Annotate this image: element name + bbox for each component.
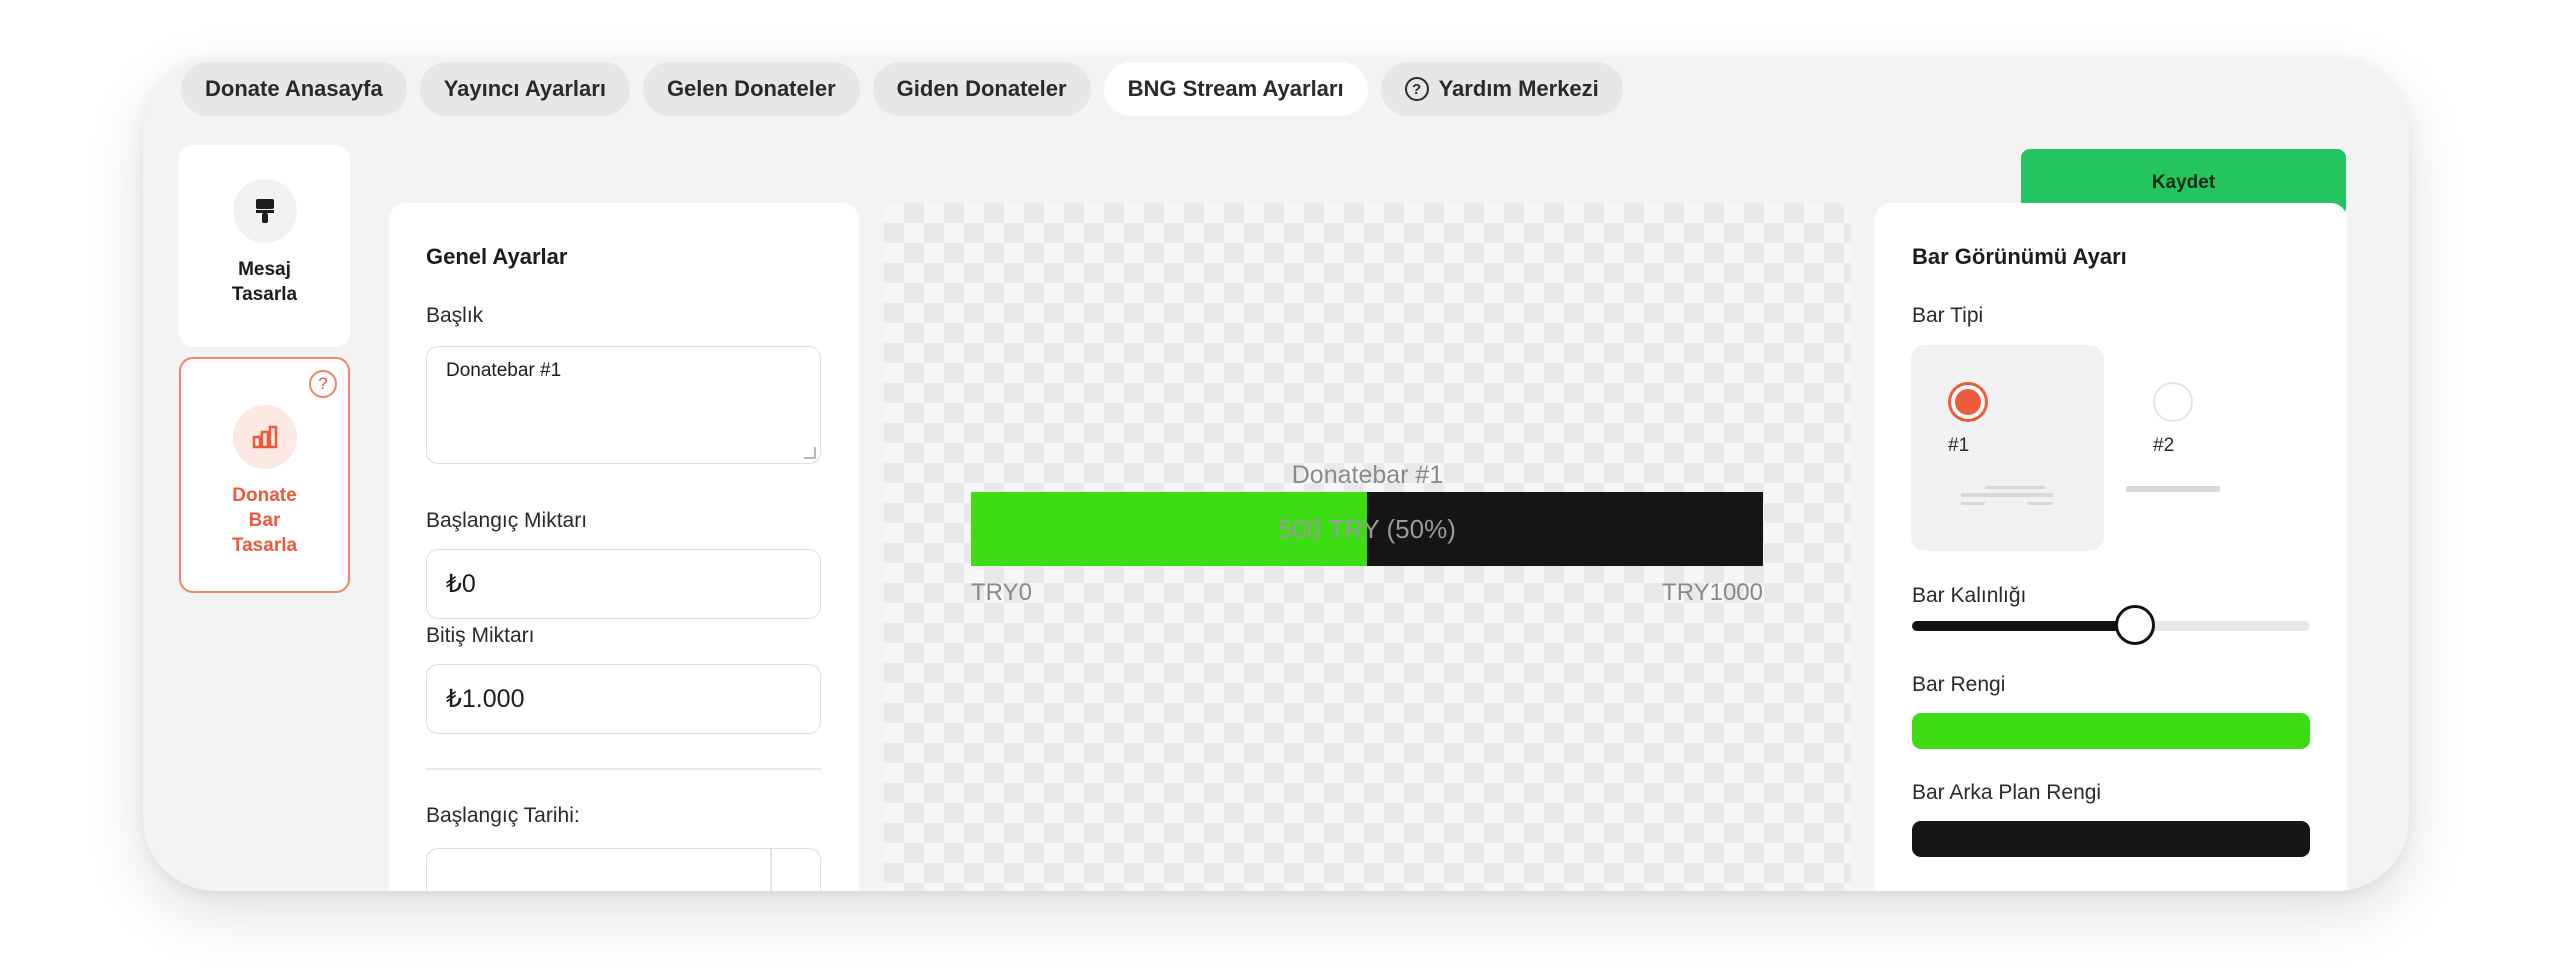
radio-selected[interactable]	[1948, 382, 1988, 422]
end-amount-value: ₺1.000	[446, 685, 525, 713]
question-circle-icon: ?	[1404, 77, 1429, 101]
title-label: Başlık	[426, 304, 484, 327]
start-amount-label: Başlangıç Miktarı	[426, 509, 588, 532]
bar-type-thumbnail	[1961, 502, 1985, 505]
start-date-label: Başlangıç Tarihi:	[426, 804, 580, 827]
start-amount-input[interactable]: ₺0	[426, 549, 821, 619]
bar-type-label: #1	[1948, 435, 1970, 456]
progress-text: 500 TRY (50%)	[1278, 513, 1456, 544]
appearance-settings-panel: Bar Görünümü Ayarı Bar Tipi #1 #2 Bar Ka…	[1875, 203, 2347, 891]
slider-thumb[interactable]	[2114, 605, 2155, 645]
bar-type-thumbnail	[1961, 493, 2053, 497]
start-amount-value: ₺0	[446, 570, 476, 598]
bar-bg-color-label: Bar Arka Plan Rengi	[1912, 781, 2102, 804]
end-amount-label: Bitiş Miktarı	[426, 624, 535, 647]
tab-label: Donate Anasayfa	[205, 76, 383, 101]
tab-giden-donateler[interactable]: Giden Donateler	[872, 62, 1091, 116]
bar-type-thumbnail	[2126, 486, 2220, 492]
bar-type-label: #2	[2153, 435, 2175, 456]
tab-yayinci-ayarlari[interactable]: Yayıncı Ayarları	[419, 62, 630, 116]
max-label: TRY1000	[1662, 579, 1763, 606]
bar-type-label: Bar Tipi	[1912, 304, 1984, 327]
min-label: TRY0	[971, 579, 1032, 606]
tab-label: BNG Stream Ayarları	[1127, 76, 1344, 101]
bar-type-option-1[interactable]: #1	[1911, 345, 2104, 551]
thickness-slider[interactable]	[1912, 605, 2310, 645]
title-value: Donatebar #1	[446, 360, 562, 381]
resize-handle-icon[interactable]	[804, 447, 816, 459]
panel-title: Genel Ayarlar	[426, 244, 568, 269]
sidebar-item-label: Mesaj Tasarla	[231, 259, 298, 305]
start-date-input[interactable]	[426, 848, 821, 891]
sidebar-item-label: Donate Bar Tasarla	[231, 485, 298, 556]
app-window: Donate Anasayfa Yayıncı Ayarları Gelen D…	[143, 57, 2409, 891]
tab-bng-stream-ayarlari[interactable]: BNG Stream Ayarları	[1103, 62, 1368, 116]
question-circle-icon[interactable]: ?	[309, 370, 337, 398]
tab-label: Yardım Merkezi	[1438, 76, 1599, 101]
sidebar-item-donate-bar-tasarla[interactable]: ? Donate Bar Tasarla	[179, 357, 350, 593]
bar-color-picker[interactable]	[1912, 713, 2310, 749]
bar-chart-icon	[232, 405, 297, 469]
top-tabs: Donate Anasayfa Yayıncı Ayarları Gelen D…	[181, 62, 1623, 116]
sidebar-item-mesaj-tasarla[interactable]: Mesaj Tasarla	[179, 145, 350, 347]
bar-color-label: Bar Rengi	[1912, 673, 2006, 696]
general-settings-panel: Genel Ayarlar Başlık Donatebar #1 Başlan…	[389, 203, 859, 891]
slider-fill	[1912, 621, 2135, 631]
divider	[426, 768, 821, 770]
bar-type-thumbnail	[1985, 486, 2045, 489]
radio-unselected[interactable]	[2153, 382, 2193, 422]
bar-preview: Donatebar #1 500 TRY (50%) TRY0 TRY1000	[884, 203, 1851, 891]
panel-title: Bar Görünümü Ayarı	[1912, 244, 2127, 269]
brush-icon	[232, 179, 297, 243]
date-field-divider	[770, 849, 772, 891]
tab-yardim-merkezi[interactable]: ? Yardım Merkezi	[1380, 62, 1623, 116]
tab-label: Yayıncı Ayarları	[443, 76, 606, 101]
thickness-label: Bar Kalınlığı	[1912, 584, 2027, 607]
tab-gelen-donateler[interactable]: Gelen Donateler	[642, 62, 860, 116]
bar-type-thumbnail	[2027, 502, 2053, 505]
bar-type-option-2[interactable]: #2	[2116, 345, 2309, 551]
preview-title: Donatebar #1	[1291, 461, 1444, 489]
end-amount-input[interactable]: ₺1.000	[426, 664, 821, 734]
title-textarea[interactable]: Donatebar #1	[426, 346, 821, 464]
tab-label: Gelen Donateler	[666, 76, 836, 101]
tab-donate-anasayfa[interactable]: Donate Anasayfa	[181, 62, 407, 116]
donate-progress-bar: 500 TRY (50%)	[971, 492, 1763, 566]
tab-label: Giden Donateler	[896, 76, 1067, 101]
bar-bg-color-picker[interactable]	[1912, 821, 2310, 857]
